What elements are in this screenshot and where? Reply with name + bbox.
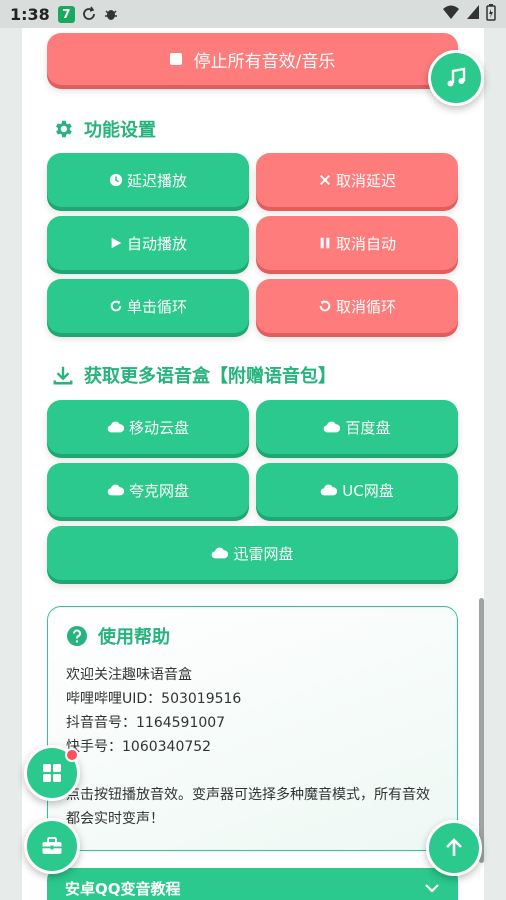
question-circle-icon <box>67 626 87 646</box>
arrow-up-icon <box>446 838 462 856</box>
mobile-cloud-label: 移动云盘 <box>128 418 189 437</box>
cloud-icon <box>107 484 125 496</box>
xunlei-pan-label: 迅雷网盘 <box>233 544 294 563</box>
battery-icon <box>486 3 496 25</box>
pause-icon <box>320 237 330 249</box>
cancel-loop-label: 取消循环 <box>335 297 396 316</box>
toolbox-fab[interactable] <box>24 818 80 874</box>
settings-section-title: 功能设置 <box>52 116 156 142</box>
baidu-pan-button[interactable]: 百度盘 <box>256 400 458 454</box>
bug-icon <box>103 6 119 22</box>
cancel-auto-label: 取消自动 <box>335 234 396 253</box>
cancel-auto-button[interactable]: 取消自动 <box>256 216 458 270</box>
settings-title-text: 功能设置 <box>84 120 156 141</box>
cancel-loop-button[interactable]: 取消循环 <box>256 279 458 333</box>
delay-play-button[interactable]: 延迟播放 <box>47 153 249 207</box>
help-line-bilibili: 哔哩哔哩UID：503019516 <box>66 691 242 707</box>
main-content[interactable]: 停止所有音效/音乐 功能设置 延迟播放 取消延迟 自动播放 取消自动 单击循环 … <box>22 28 484 900</box>
help-line-welcome: 欢迎关注趣味语音盒 <box>66 667 192 683</box>
sync-icon <box>81 6 97 22</box>
status-time: 1:38 <box>10 4 50 24</box>
download-icon <box>53 366 73 385</box>
scrollbar[interactable] <box>479 598 484 863</box>
xunlei-pan-button[interactable]: 迅雷网盘 <box>47 526 458 580</box>
click-loop-label: 单击循环 <box>126 297 187 316</box>
cloud-icon <box>107 421 125 433</box>
music-fab[interactable] <box>428 50 484 106</box>
status-bar: 1:38 7 <box>0 0 506 28</box>
click-loop-button[interactable]: 单击循环 <box>47 279 249 333</box>
quark-pan-button[interactable]: 夸克网盘 <box>47 463 249 517</box>
play-icon <box>111 237 122 249</box>
help-line-instructions: 点击按钮播放音效。变声器可选择多种魔音模式，所有音效都会实时变声！ <box>66 787 430 827</box>
stop-square-icon <box>169 53 182 65</box>
qq-tutorial-label: 安卓QQ变音教程 <box>65 879 181 898</box>
delay-play-label: 延迟播放 <box>126 171 187 190</box>
download-section-title: 获取更多语音盒【附赠语音包】 <box>52 362 336 388</box>
help-card: 使用帮助 欢迎关注趣味语音盒 哔哩哔哩UID：503019516 抖音音号：11… <box>47 606 458 851</box>
toolbox-icon <box>42 837 62 854</box>
help-title-text: 使用帮助 <box>98 627 170 648</box>
redo-icon <box>110 300 122 312</box>
help-line-kuaishou: 快手号：1060340752 <box>66 739 212 755</box>
notification-badge: 7 <box>57 5 75 23</box>
help-line-spacer <box>66 759 439 783</box>
stop-all-button[interactable]: 停止所有音效/音乐 <box>47 33 458 85</box>
auto-play-label: 自动播放 <box>126 234 187 253</box>
clock-icon <box>109 173 123 187</box>
uc-pan-button[interactable]: UC网盘 <box>256 463 458 517</box>
auto-play-button[interactable]: 自动播放 <box>47 216 249 270</box>
wifi-icon <box>442 4 460 24</box>
music-note-icon <box>447 67 466 87</box>
undo-icon <box>319 300 331 312</box>
cloud-icon <box>212 547 229 559</box>
cancel-delay-label: 取消延迟 <box>335 171 396 190</box>
help-title: 使用帮助 <box>66 623 439 649</box>
download-title-text: 获取更多语音盒【附赠语音包】 <box>84 366 336 387</box>
scroll-top-fab[interactable] <box>426 820 482 876</box>
close-icon <box>319 174 331 186</box>
gear-icon <box>56 120 72 138</box>
mobile-cloud-button[interactable]: 移动云盘 <box>47 400 249 454</box>
qq-tutorial-accordion[interactable]: 安卓QQ变音教程 <box>47 868 458 900</box>
quark-pan-label: 夸克网盘 <box>128 481 189 500</box>
stop-all-label: 停止所有音效/音乐 <box>193 51 336 72</box>
grid-icon <box>43 764 61 782</box>
baidu-pan-label: 百度盘 <box>345 418 391 437</box>
cancel-delay-button[interactable]: 取消延迟 <box>256 153 458 207</box>
help-line-douyin: 抖音音号：1164591007 <box>66 715 226 731</box>
notification-dot <box>65 748 79 762</box>
grid-menu-fab[interactable] <box>24 745 80 801</box>
uc-pan-label: UC网盘 <box>342 481 394 500</box>
signal-icon <box>466 4 480 24</box>
cloud-icon <box>320 484 338 496</box>
cloud-icon <box>324 421 341 433</box>
chevron-down-icon <box>425 884 439 893</box>
